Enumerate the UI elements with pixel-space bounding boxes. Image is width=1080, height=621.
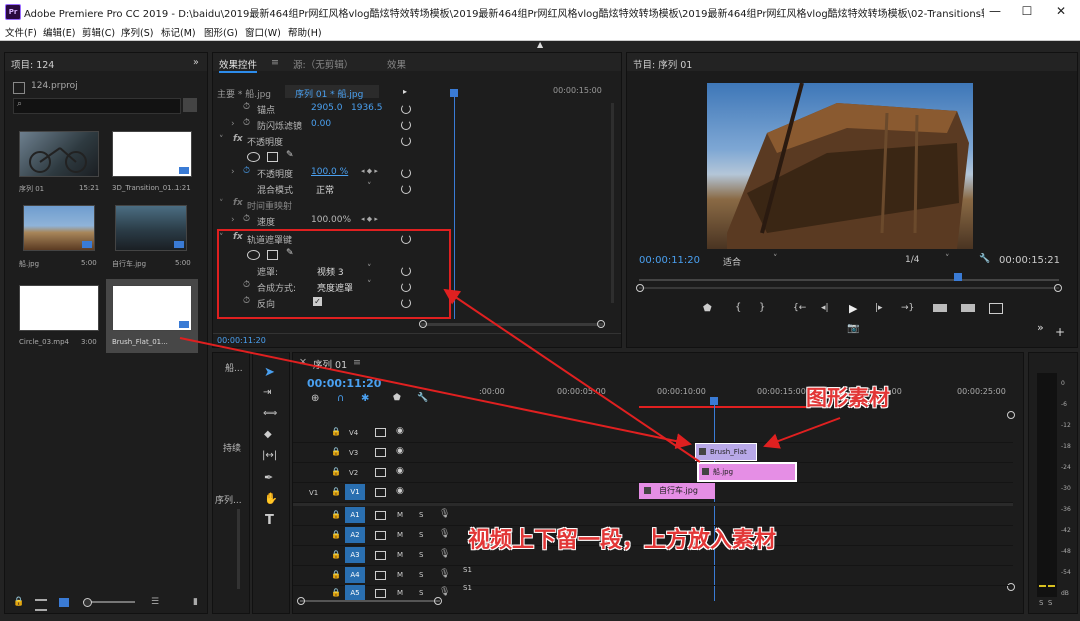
arrow-line bbox=[443, 288, 701, 463]
arrow-line bbox=[763, 417, 841, 449]
arrow-line bbox=[179, 337, 692, 449]
annotation-graphic-material: 图形素材 bbox=[806, 386, 890, 410]
annotation-instruction: 视频上下留一段，上方放入素材 bbox=[468, 528, 777, 553]
